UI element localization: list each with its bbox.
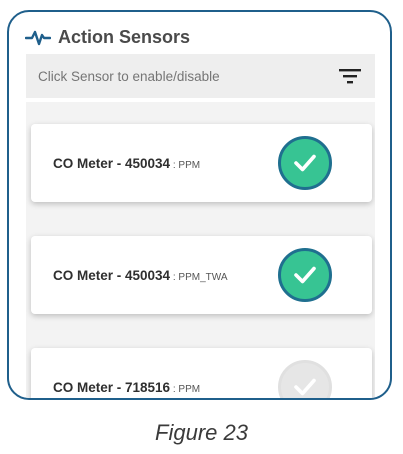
figure-caption: Figure 23	[155, 420, 248, 445]
sensor-name: CO Meter - 450034	[53, 155, 171, 171]
sensor-name: CO Meter - 718516	[53, 379, 171, 395]
filter-icon[interactable]	[339, 68, 361, 84]
sensor-card[interactable]: CO Meter - 450034 : PPM	[31, 124, 372, 202]
pulse-icon	[25, 30, 51, 46]
enabled-check-icon[interactable]	[278, 136, 332, 190]
sensor-card[interactable]: CO Meter - 450034 : PPM_TWA	[31, 236, 372, 314]
sensor-label: CO Meter - 450034 : PPM	[53, 156, 200, 171]
app-frame: Action Sensors Click Sensor to enable/di…	[7, 10, 392, 400]
filter-bar: Click Sensor to enable/disable	[26, 54, 375, 98]
enabled-check-icon[interactable]	[278, 248, 332, 302]
checkmark-icon	[294, 154, 316, 172]
panel-header: Action Sensors	[25, 24, 190, 50]
filter-hint: Click Sensor to enable/disable	[38, 68, 220, 84]
checkmark-icon	[294, 266, 316, 284]
sensor-card[interactable]: CO Meter - 718516 : PPM	[31, 348, 372, 398]
disabled-check-icon[interactable]	[278, 360, 332, 398]
sensor-label: CO Meter - 450034 : PPM_TWA	[53, 268, 227, 283]
panel-title: Action Sensors	[58, 26, 191, 47]
sensor-list[interactable]: CO Meter - 450034 : PPM CO Meter - 45003…	[26, 102, 375, 398]
sensor-name: CO Meter - 450034	[53, 267, 171, 283]
sensor-unit: PPM	[178, 383, 201, 395]
sensor-unit: PPM_TWA	[178, 271, 228, 283]
sensor-label: CO Meter - 718516 : PPM	[53, 380, 200, 395]
checkmark-icon	[294, 378, 316, 396]
sensor-unit: PPM	[178, 159, 201, 171]
